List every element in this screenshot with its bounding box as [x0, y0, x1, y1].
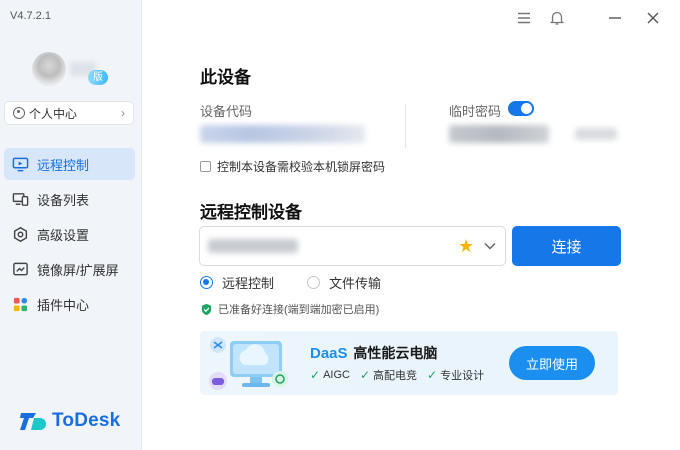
device-list-icon	[12, 191, 29, 208]
check-icon: ✓	[427, 368, 438, 382]
check-icon: ✓	[359, 368, 371, 382]
settings-icon	[12, 226, 29, 243]
device-code-redacted	[200, 125, 365, 143]
lock-screen-checkbox-row[interactable]: 控制本设备需校验本机锁屏密码	[200, 158, 385, 175]
status-text: 已准备好连接(端到端加密已启用)	[218, 304, 380, 316]
menu-icon[interactable]	[514, 8, 534, 28]
remote-id-input[interactable]	[208, 236, 448, 256]
connect-button[interactable]: 连接	[512, 226, 621, 266]
feature-label: 高配电竞	[373, 370, 418, 382]
connection-status: 已准备好连接(端到端加密已启用)	[200, 301, 379, 317]
version-label: V4.7.2.1	[10, 10, 51, 22]
sidebar-item-device-list[interactable]: 设备列表	[4, 183, 135, 215]
personal-center-label: 个人中心	[29, 106, 78, 121]
chevron-right-icon: ›	[121, 106, 125, 120]
mode-file-transfer[interactable]: 文件传输	[307, 273, 381, 292]
sidebar-item-plugin-center[interactable]: 插件中心	[4, 288, 135, 320]
temp-password-redacted	[449, 125, 549, 143]
close-icon[interactable]	[643, 8, 663, 28]
feature-label: 专业设计	[440, 370, 485, 382]
sidebar-item-label: 远程控制	[37, 157, 90, 173]
sidebar-item-mirror-screen[interactable]: 镜像屏/扩展屏	[4, 253, 135, 285]
todesk-logo-icon	[20, 413, 46, 430]
radio-remote-control[interactable]	[200, 276, 213, 289]
remote-control-icon	[12, 156, 29, 173]
banner-feature: ✓ AIGC	[310, 367, 350, 383]
vertical-divider	[405, 104, 406, 148]
device-code-label: 设备代码	[200, 104, 253, 119]
banner-title-text: 高性能云电脑	[353, 345, 438, 361]
radio-file-transfer[interactable]	[307, 276, 320, 289]
star-icon[interactable]: ★	[458, 236, 474, 257]
shield-check-icon	[201, 303, 212, 315]
daas-banner[interactable]: DaaS 高性能云电脑 ✓ AIGC ✓ 高配电竞 ✓ 专业设计 立即使用	[200, 331, 618, 395]
bell-icon[interactable]	[547, 8, 567, 28]
chevron-down-icon[interactable]	[483, 239, 497, 253]
minimize-icon[interactable]	[605, 8, 625, 28]
brand-name: ToDesk	[52, 410, 121, 431]
user-icon	[13, 107, 25, 119]
banner-title: DaaS 高性能云电脑	[310, 343, 437, 363]
sidebar-nav: 远程控制 设备列表 高级设置 镜像屏/扩展屏 插件中心	[4, 148, 135, 323]
sidebar-item-advanced-settings[interactable]: 高级设置	[4, 218, 135, 250]
sidebar-item-label: 设备列表	[37, 192, 90, 208]
banner-features: ✓ AIGC ✓ 高配电竞 ✓ 专业设计	[310, 367, 494, 383]
personal-center-button[interactable]: 个人中心 ›	[4, 101, 134, 125]
temp-password-toggle[interactable]	[508, 101, 534, 116]
sidebar-item-remote-control[interactable]: 远程控制	[4, 148, 135, 180]
remote-id-field[interactable]: ★	[199, 226, 506, 266]
sidebar-item-label: 插件中心	[37, 297, 90, 313]
password-actions-redacted	[575, 128, 617, 140]
this-device-heading: 此设备	[200, 68, 251, 87]
todesk-logo: ToDesk	[20, 410, 120, 432]
mode-remote-control[interactable]: 远程控制	[200, 273, 274, 292]
sidebar: V4.7.2.1 版 个人中心 › 远程控制 设备列表 高级设置 镜像屏/扩展屏…	[0, 0, 142, 450]
use-now-button[interactable]: 立即使用	[509, 346, 595, 380]
feature-label: AIGC	[323, 369, 350, 381]
sidebar-item-label: 高级设置	[37, 227, 90, 243]
lock-screen-checkbox[interactable]	[200, 161, 211, 172]
mode-label: 文件传输	[329, 276, 382, 291]
banner-feature: ✓ 高配电竞	[360, 367, 417, 383]
account-badge: 版	[88, 70, 108, 85]
temp-password-label: 临时密码	[449, 104, 502, 119]
banner-daas: DaaS	[310, 345, 348, 362]
mirror-screen-icon	[12, 261, 29, 278]
lock-screen-checkbox-label: 控制本设备需校验本机锁屏密码	[217, 160, 386, 174]
check-icon: ✓	[310, 368, 321, 382]
mode-label: 远程控制	[222, 276, 275, 291]
banner-feature: ✓ 专业设计	[427, 367, 484, 383]
avatar[interactable]	[32, 52, 66, 86]
sidebar-item-label: 镜像屏/扩展屏	[37, 262, 119, 278]
plugin-icon	[12, 296, 29, 313]
cloud-computer-illustration	[209, 337, 288, 390]
remote-device-heading: 远程控制设备	[200, 203, 302, 222]
